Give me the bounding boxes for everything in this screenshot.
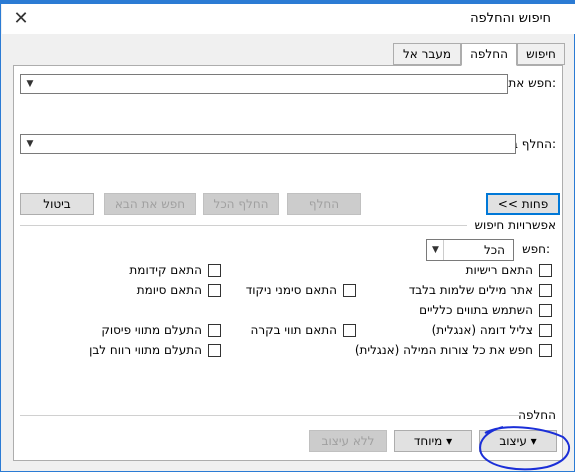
ignore-whitespace-checkbox[interactable]: התעלם מתווי רווח לבן [89, 343, 221, 357]
less-button[interactable]: << פחות [486, 193, 560, 215]
checkbox-box[interactable] [539, 343, 552, 357]
sounds-like-checkbox[interactable]: צליל דומה (אנגלית) [432, 323, 552, 337]
chevron-down-icon[interactable]: ▼ [428, 240, 444, 260]
checkbox-box[interactable] [539, 323, 552, 337]
special-button[interactable]: מיוחד ▾ [394, 430, 472, 452]
checkbox-box[interactable] [208, 283, 221, 297]
checkbox-box[interactable] [539, 303, 552, 317]
checkbox-label: חפש את כל צורות המילה (אנגלית) [354, 343, 533, 357]
checkbox-box[interactable] [208, 323, 221, 337]
tab-goto[interactable]: מעבר אל [393, 43, 461, 65]
search-direction-select[interactable]: ▼ הכל [426, 239, 514, 261]
no-formatting-button[interactable]: ללא עיצוב [309, 430, 387, 452]
replace-label: החלף ב: [511, 137, 556, 151]
checkbox-label: התאם קידומת [129, 263, 202, 277]
replace-section-divider [20, 415, 520, 416]
close-icon[interactable]: ✕ [10, 8, 32, 30]
search-options-title: אפשרויות חיפוש [474, 218, 556, 232]
dialog-title: חיפוש והחלפה [470, 11, 551, 26]
checkbox-label: התאם תווי בקרה [250, 323, 337, 337]
checkbox-box[interactable] [539, 263, 552, 277]
checkbox-label: אתר מילים שלמות בלבד [408, 283, 533, 297]
find-input[interactable]: ▼ [20, 74, 508, 94]
checkbox-box[interactable] [343, 283, 356, 297]
checkbox-label: צליל דומה (אנגלית) [431, 323, 533, 337]
match-suffix-checkbox[interactable]: התאם סיומת [137, 283, 221, 297]
chevron-down-icon[interactable]: ▼ [22, 135, 38, 153]
checkbox-label: התאם רישיות [465, 263, 533, 277]
format-button[interactable]: עיצוב ▾ [479, 430, 557, 452]
match-diacritics-checkbox[interactable]: התאם סימני ניקוד [246, 283, 356, 297]
wildcards-checkbox[interactable]: השתמש בתווים כלליים [419, 303, 552, 317]
checkbox-label: התאם סיומת [136, 283, 202, 297]
chevron-down-icon[interactable]: ▼ [22, 75, 38, 93]
whole-words-checkbox[interactable]: אתר מילים שלמות בלבד [409, 283, 552, 297]
match-prefix-checkbox[interactable]: התאם קידומת [129, 263, 221, 277]
cancel-button[interactable]: ביטול [20, 193, 94, 215]
checkbox-label: השתמש בתווים כלליים [419, 303, 533, 317]
match-case-checkbox[interactable]: התאם רישיות [466, 263, 552, 277]
find-next-button[interactable]: חפש את הבא [104, 193, 196, 215]
title-bar: חיפוש והחלפה ✕ [2, 4, 575, 34]
search-direction-value: הכל [483, 243, 505, 257]
replace-section-title: החלפה [518, 408, 556, 422]
tab-replace[interactable]: החלפה [461, 43, 517, 66]
checkbox-label: התעלם מתווי רווח לבן [89, 343, 202, 357]
checkbox-label: התעלם מתווי פיסוק [101, 323, 202, 337]
find-replace-dialog: חיפוש והחלפה ✕ חיפוש החלפה מעבר אל חפש א… [0, 0, 575, 472]
checkbox-label: התאם סימני ניקוד [245, 283, 337, 297]
replace-tab-panel: חפש את: ▼ החלף ב: ▼ << פחות החלף החלף הכ… [13, 65, 563, 461]
replace-input[interactable]: ▼ [20, 134, 516, 154]
checkbox-box[interactable] [539, 283, 552, 297]
tab-find[interactable]: חיפוש [517, 43, 565, 65]
checkbox-box[interactable] [208, 263, 221, 277]
find-label: חפש את: [508, 76, 556, 90]
match-control-chars-checkbox[interactable]: התאם תווי בקרה [250, 323, 356, 337]
ignore-punctuation-checkbox[interactable]: התעלם מתווי פיסוק [101, 323, 221, 337]
search-options-divider [20, 225, 467, 226]
checkbox-box[interactable] [343, 323, 356, 337]
replace-button[interactable]: החלף [287, 193, 361, 215]
search-direction-label: חפש: [522, 242, 550, 256]
checkbox-box[interactable] [208, 343, 221, 357]
replace-all-button[interactable]: החלף הכל [203, 193, 279, 215]
all-word-forms-checkbox[interactable]: חפש את כל צורות המילה (אנגלית) [355, 343, 552, 357]
